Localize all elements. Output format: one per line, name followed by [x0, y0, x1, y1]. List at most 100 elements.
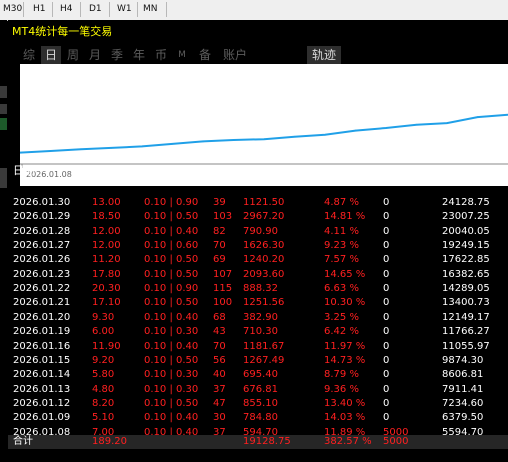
tab-quarter[interactable]: 季 [108, 46, 126, 64]
balance-point [263, 138, 265, 141]
row-total-lots: 8.20 [92, 397, 115, 409]
row-deposit-withdraw: 0 [383, 369, 390, 381]
tab-year[interactable]: 年 [130, 46, 148, 64]
table-row: 2026.01.29 18.50 0.10 | 0.50 103 2967.20 14.8… [8, 210, 508, 223]
row-profit-loss: 1251.56 [243, 297, 285, 309]
col-header-count: 次数 [213, 164, 235, 177]
row-count: 103 [213, 211, 233, 223]
row-balance: 6379.50 [442, 412, 484, 424]
table-row: 2026.01.19 6.00 0.10 | 0.30 43 710.30 6.42 % 0… [8, 325, 508, 338]
row-profit-loss: 2093.60 [243, 268, 285, 280]
timeframe-m30-button[interactable]: M30 [3, 2, 22, 17]
row-min-max-lots: 0.10 | 0.40 [144, 412, 199, 424]
row-balance: 12149.17 [442, 311, 490, 323]
row-count: 70 [213, 240, 226, 252]
toolbar-divider [166, 2, 167, 17]
row-percent: 10.30 % [324, 297, 366, 309]
edge-marker [0, 118, 7, 130]
row-profit-loss: 676.81 [243, 383, 278, 395]
tab-month[interactable]: 月 [86, 46, 104, 64]
row-balance: 7911.41 [442, 383, 484, 395]
summary-profit-loss: 19128.75 [243, 436, 291, 447]
toolbar-divider [80, 2, 81, 17]
tab-magic[interactable]: M [175, 46, 189, 64]
row-total-lots: 12.00 [92, 225, 121, 237]
panel-title: MT4统计每一笔交易 [12, 25, 113, 38]
row-total-lots: 9.30 [92, 311, 115, 323]
row-deposit-withdraw: 0 [383, 340, 390, 352]
row-min-max-lots: 0.10 | 0.90 [144, 283, 199, 295]
row-deposit-withdraw: 0 [383, 383, 390, 395]
table-row: 2026.01.15 9.20 0.10 | 0.50 56 1267.49 14.73 … [8, 354, 508, 367]
row-percent: 13.40 % [324, 397, 366, 409]
row-balance: 8606.81 [442, 369, 484, 381]
summary-total-lots: 189.20 [92, 436, 127, 447]
row-balance: 11766.27 [442, 326, 490, 338]
row-date: 2026.01.16 [13, 340, 71, 352]
row-balance: 20040.05 [442, 225, 490, 237]
row-min-max-lots: 0.10 | 0.40 [144, 340, 199, 352]
row-min-max-lots: 0.10 | 0.40 [144, 311, 199, 323]
row-profit-loss: 784.80 [243, 412, 278, 424]
row-balance: 23007.25 [442, 211, 490, 223]
row-deposit-withdraw: 0 [383, 311, 390, 323]
tab-currency[interactable]: 币 [152, 46, 170, 64]
row-date: 2026.01.13 [13, 383, 71, 395]
toolbar-divider [109, 2, 110, 17]
tab-account[interactable]: 账户 [220, 46, 250, 64]
row-deposit-withdraw: 0 [383, 283, 390, 295]
row-deposit-withdraw: 0 [383, 268, 390, 280]
timeframe-toolbar: M30 H1 H4 D1 W1 MN [0, 0, 508, 21]
row-min-max-lots: 0.10 | 0.50 [144, 354, 199, 366]
row-profit-loss: 855.10 [243, 397, 278, 409]
row-profit-loss: 1121.50 [243, 197, 285, 208]
row-total-lots: 13.00 [92, 197, 121, 208]
row-percent: 4.11 % [324, 225, 359, 237]
row-balance: 24128.75 [442, 197, 490, 208]
row-profit-loss: 1626.30 [243, 240, 285, 252]
period-tabs: 综 日 周 月 季 年 币 M 备 账户 轨迹 [8, 46, 508, 64]
row-percent: 6.42 % [324, 326, 359, 338]
row-date: 2026.01.30 [13, 197, 71, 208]
row-percent: 6.63 % [324, 283, 359, 295]
row-count: 107 [213, 268, 233, 280]
table-row: 2026.01.26 11.20 0.10 | 0.50 69 1240.20 7.57 … [8, 253, 508, 266]
row-count: 39 [213, 197, 226, 208]
tab-day[interactable]: 日 [41, 46, 61, 64]
tab-week[interactable]: 周 [64, 46, 82, 64]
timeframe-w1-button[interactable]: W1 [117, 2, 132, 17]
row-min-max-lots: 0.10 | 0.30 [144, 369, 199, 381]
timeframe-h4-button[interactable]: H4 [60, 2, 73, 17]
tab-trajectory[interactable]: 轨迹 [307, 46, 341, 64]
table-row: 2026.01.21 17.10 0.10 | 0.50 100 1251.56 10.3… [8, 296, 508, 309]
col-header-percent: 百分比% [324, 164, 368, 177]
row-total-lots: 9.20 [92, 354, 115, 366]
edge-marker [0, 104, 7, 114]
row-total-lots: 5.10 [92, 412, 115, 424]
row-count: 70 [213, 340, 226, 352]
row-percent: 14.03 % [324, 412, 366, 424]
table-row: 2026.01.30 13.00 0.10 | 0.90 39 1121.50 4.87 … [8, 196, 508, 209]
col-header-min-max-lots: 最小|大手数 [144, 164, 203, 177]
row-total-lots: 5.80 [92, 369, 115, 381]
summary-deposit: 5000 [383, 436, 409, 447]
row-profit-loss: 2967.20 [243, 211, 285, 223]
row-total-lots: 4.80 [92, 383, 115, 395]
row-balance: 16382.65 [442, 268, 490, 280]
row-total-lots: 17.10 [92, 297, 121, 309]
timeframe-mn-button[interactable]: MN [143, 2, 158, 17]
summary-label: 合计 [13, 436, 33, 447]
table-row: 2026.01.12 8.20 0.10 | 0.50 47 855.10 13.40 %… [8, 397, 508, 410]
row-date: 2026.01.29 [13, 211, 71, 223]
balance-point [324, 134, 326, 136]
timeframe-d1-button[interactable]: D1 [89, 2, 102, 17]
row-total-lots: 11.20 [92, 254, 121, 266]
row-balance: 11055.97 [442, 340, 490, 352]
timeframe-h1-button[interactable]: H1 [33, 2, 46, 17]
row-balance: 17622.85 [442, 254, 490, 266]
tab-overview[interactable]: 综 [20, 46, 38, 64]
row-balance: 19249.15 [442, 240, 490, 252]
tab-note[interactable]: 备 [196, 46, 214, 64]
row-deposit-withdraw: 0 [383, 197, 390, 208]
col-header-date: 日期 [13, 164, 35, 177]
